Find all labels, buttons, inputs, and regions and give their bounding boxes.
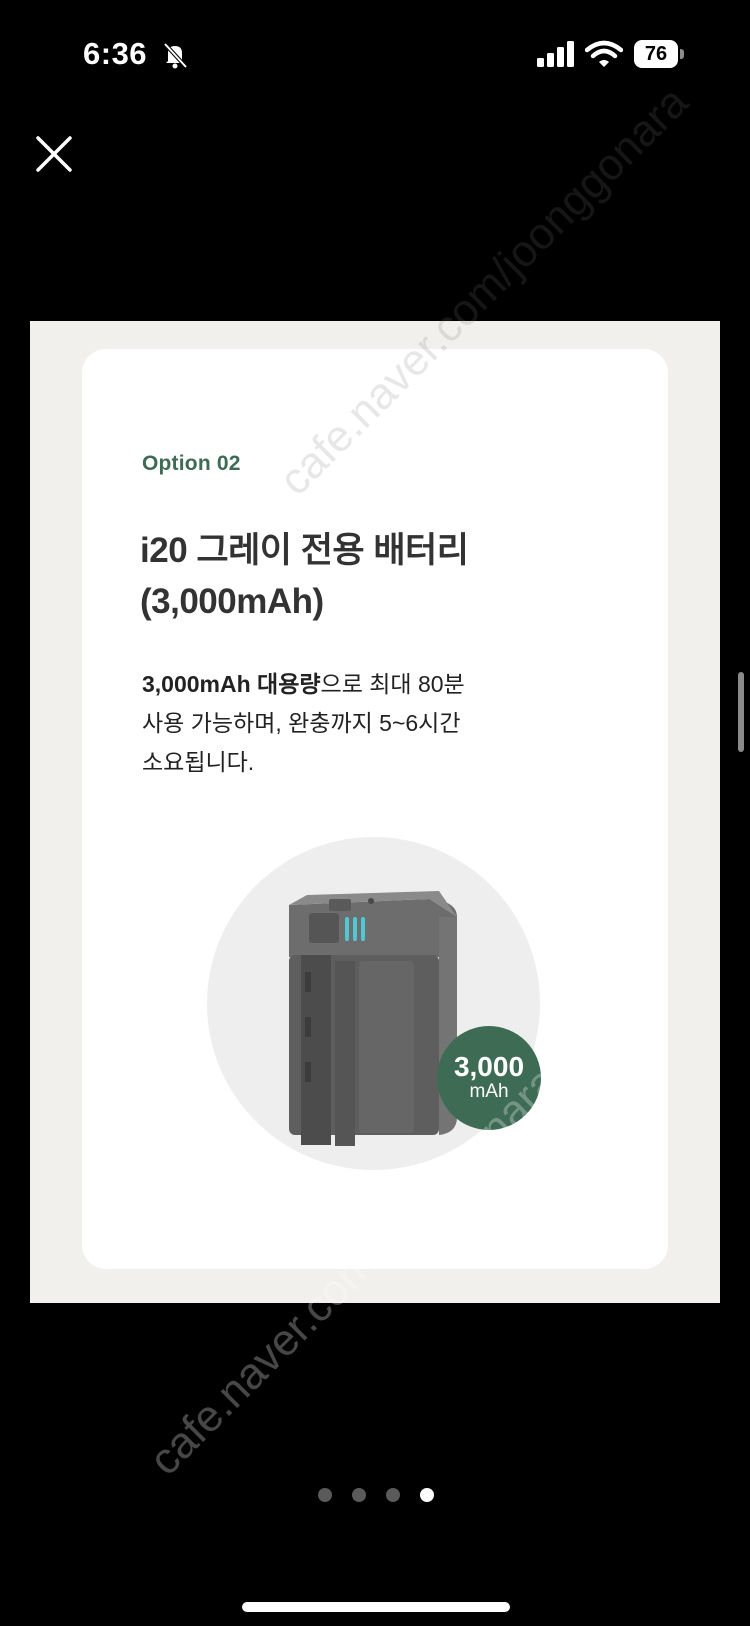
product-description: 3,000mAh 대용량으로 최대 80분 사용 가능하며, 완충까지 5~6시… [142, 665, 542, 782]
battery-icon: 76 [634, 40, 686, 68]
home-indicator[interactable] [242, 1602, 510, 1612]
badge-value: 3,000 [453, 1051, 525, 1082]
desc-line-3: 소요됩니다. [142, 749, 255, 775]
scrollbar-thumb[interactable] [738, 672, 744, 752]
desc-highlight: 3,000mAh 대용량 [142, 671, 321, 697]
page-dot-2[interactable] [352, 1488, 366, 1502]
status-bar: 6:36 76 [0, 0, 750, 110]
option-label: Option 02 [142, 452, 241, 475]
desc-line-2: 사용 가능하며, 완충까지 5~6시간 [142, 710, 461, 736]
battery-level: 76 [634, 40, 678, 68]
badge-unit: mAh [469, 1081, 509, 1102]
status-time: 6:36 [83, 36, 148, 71]
page-dot-3[interactable] [386, 1488, 400, 1502]
page-dot-1[interactable] [318, 1488, 332, 1502]
wifi-icon [585, 40, 623, 67]
desc-line-1: 으로 최대 80분 [320, 671, 465, 697]
page-dot-4-active[interactable] [420, 1488, 434, 1502]
cellular-signal-icon [537, 41, 574, 67]
product-visual: 3,000 mAh [207, 837, 562, 1187]
close-button[interactable] [34, 134, 74, 174]
product-card: Option 02 i20 그레이 전용 배터리 (3,000mAh) 3,00… [82, 349, 668, 1269]
product-title: i20 그레이 전용 배터리 (3,000mAh) [140, 525, 560, 627]
bell-muted-icon [163, 42, 188, 69]
title-line-1: i20 그레이 전용 배터리 [140, 531, 469, 570]
title-line-2: (3,000mAh) [140, 582, 324, 621]
battery-product-image [289, 891, 457, 1146]
capacity-badge: 3,000 mAh [437, 1026, 541, 1130]
